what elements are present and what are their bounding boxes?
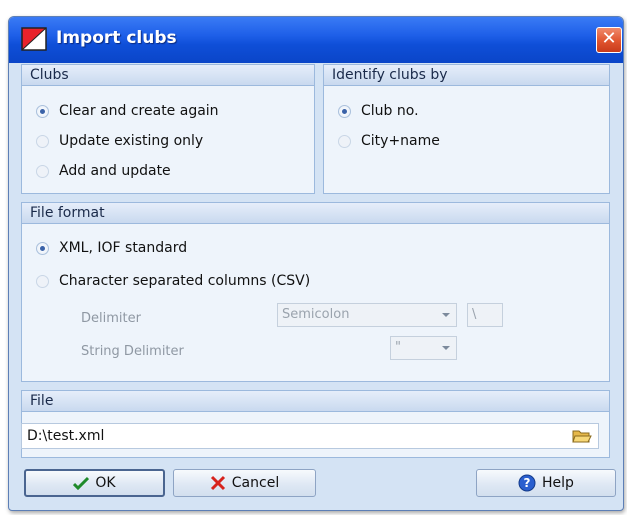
radio-dot: [36, 241, 49, 255]
identify-group-header: Identify clubs by: [324, 65, 609, 86]
string-delimiter-select[interactable]: ": [390, 336, 457, 360]
ok-button[interactable]: OK: [24, 469, 165, 497]
radio-update-existing[interactable]: Update existing only: [36, 133, 203, 149]
file-path-input[interactable]: D:\test.xml: [21, 423, 599, 449]
radio-dot: [338, 104, 351, 118]
radio-dot: [338, 134, 351, 148]
clubs-group-header: Clubs: [22, 65, 314, 86]
radio-xml-iof[interactable]: XML, IOF standard: [36, 240, 187, 256]
radio-dot: [36, 274, 49, 288]
app-flag-icon: [21, 27, 47, 51]
help-icon: ?: [518, 474, 536, 492]
file-format-group-header: File format: [22, 203, 609, 224]
string-delimiter-label: String Delimiter: [81, 344, 184, 359]
help-button[interactable]: ? Help: [476, 469, 616, 497]
chevron-down-icon: [442, 313, 450, 317]
radio-dot: [36, 104, 49, 118]
radio-add-and-update[interactable]: Add and update: [36, 163, 171, 179]
delimiter-label: Delimiter: [81, 311, 141, 326]
radio-city-name[interactable]: City+name: [338, 133, 440, 149]
folder-open-icon[interactable]: [572, 428, 592, 444]
delimiter-select[interactable]: Semicolon: [277, 303, 457, 327]
identify-group: Identify clubs by: [323, 64, 610, 194]
radio-csv[interactable]: Character separated columns (CSV): [36, 273, 310, 289]
chevron-down-icon: [442, 346, 450, 350]
window-title: Import clubs: [56, 28, 177, 48]
checkmark-icon: [73, 476, 90, 490]
title-bar[interactable]: Import clubs ✕: [9, 17, 623, 63]
delimiter-custom-input[interactable]: \: [467, 303, 503, 327]
cancel-button[interactable]: Cancel: [173, 469, 316, 497]
radio-club-no[interactable]: Club no.: [338, 103, 419, 119]
close-button[interactable]: ✕: [596, 27, 622, 53]
close-icon: ✕: [601, 28, 617, 49]
file-group-header: File: [22, 391, 609, 412]
svg-text:?: ?: [524, 476, 531, 490]
radio-dot: [36, 164, 49, 178]
cross-icon: [210, 475, 225, 491]
radio-clear-and-create[interactable]: Clear and create again: [36, 103, 219, 119]
radio-dot: [36, 134, 49, 148]
